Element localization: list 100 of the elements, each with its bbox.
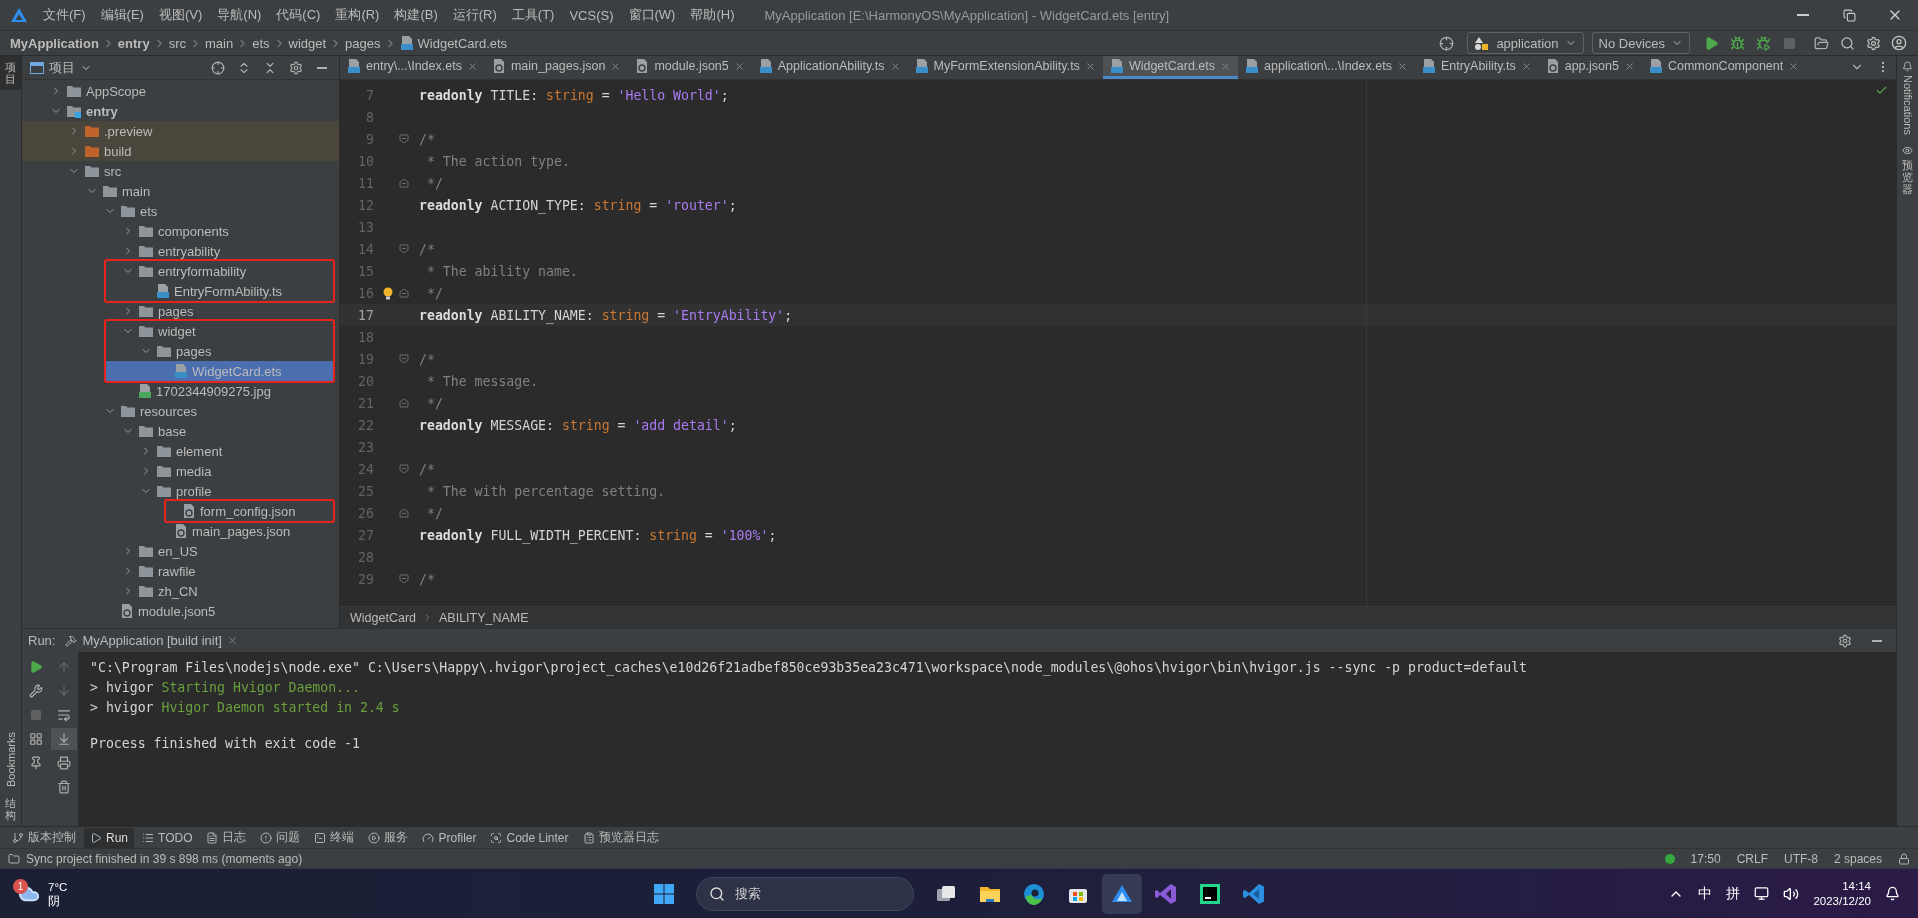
- status-item[interactable]: 17:50: [1690, 851, 1721, 866]
- menu-item[interactable]: 文件(F): [43, 6, 86, 24]
- tree-item[interactable]: widget: [106, 321, 333, 341]
- tree-item[interactable]: main: [22, 181, 339, 201]
- tool-window-tab[interactable]: Bookmarks: [0, 726, 21, 792]
- weather-widget[interactable]: 1: [16, 880, 42, 907]
- tree-item[interactable]: base: [22, 421, 339, 441]
- menu-item[interactable]: 编辑(E): [100, 6, 144, 24]
- menu-item[interactable]: 运行(R): [452, 6, 497, 24]
- close-icon[interactable]: [466, 60, 478, 72]
- tree-item[interactable]: pages: [22, 301, 339, 321]
- close-icon[interactable]: [889, 60, 901, 72]
- lightbulb-icon[interactable]: [383, 286, 393, 300]
- input-method-indicator[interactable]: 拼: [1726, 884, 1741, 903]
- tree-item[interactable]: EntryFormAbility.ts: [106, 281, 333, 301]
- configuration-tab[interactable]: MyApplication [build init]: [61, 633, 242, 648]
- fold-marker-icon[interactable]: [399, 398, 409, 408]
- breadcrumb-item[interactable]: ABILITY_NAME: [439, 610, 529, 625]
- menu-item[interactable]: VCS(S): [569, 7, 614, 23]
- tool-window-tab[interactable]: 终端: [308, 827, 361, 848]
- tree-item[interactable]: en_US: [22, 541, 339, 561]
- fold-marker-icon[interactable]: [399, 178, 409, 188]
- breadcrumb-item[interactable]: MyApplication: [10, 35, 99, 51]
- tree-item[interactable]: profile: [22, 481, 339, 501]
- tool-window-tab[interactable]: Run: [84, 827, 134, 848]
- editor-tab[interactable]: entry\...\Index.ets: [340, 56, 485, 79]
- tree-item[interactable]: form_config.json: [166, 501, 333, 521]
- menu-item[interactable]: 视图(V): [158, 6, 203, 24]
- close-icon[interactable]: [1788, 60, 1800, 72]
- scroll-to-end-button[interactable]: [51, 728, 77, 750]
- fold-marker-icon[interactable]: [399, 288, 409, 298]
- tool-window-tab[interactable]: Code Linter: [484, 827, 575, 848]
- search-field[interactable]: 搜索: [696, 876, 914, 911]
- clock[interactable]: 14:14 2023/12/20: [1813, 878, 1871, 909]
- status-item[interactable]: 2 spaces: [1833, 851, 1882, 866]
- tree-item[interactable]: main_pages.json: [22, 521, 339, 541]
- tree-item[interactable]: AppScope: [22, 81, 339, 101]
- taskbar-app[interactable]: [1102, 873, 1142, 914]
- menu-item[interactable]: 构建(B): [394, 6, 438, 24]
- editor-tab[interactable]: ApplicationAbility.ts: [751, 56, 908, 79]
- tool-window-tab[interactable]: 预览器: [1897, 139, 1918, 201]
- menu-item[interactable]: 窗口(W): [628, 6, 676, 24]
- status-item[interactable]: UTF-8: [1783, 851, 1818, 866]
- editor-tab[interactable]: module.json5: [628, 56, 752, 79]
- tree-item[interactable]: rawfile: [22, 561, 339, 581]
- editor-tab[interactable]: WidgetCard.ets: [1102, 56, 1239, 79]
- tree-item[interactable]: entry: [22, 101, 339, 121]
- close-icon[interactable]: [610, 60, 622, 72]
- breadcrumb-item[interactable]: widget: [288, 35, 327, 51]
- editor-tab[interactable]: application\...\Index.ets: [1238, 56, 1415, 79]
- device-dropdown[interactable]: No Devices: [1591, 32, 1690, 54]
- tool-window-tab[interactable]: 预览器日志: [576, 827, 665, 848]
- editor-tab[interactable]: CommonComponent: [1641, 56, 1807, 79]
- menu-item[interactable]: 代码(C): [276, 6, 321, 24]
- tool-window-tab[interactable]: 问题: [254, 827, 307, 848]
- tool-window-tab[interactable]: TODO: [136, 827, 199, 848]
- tool-window-tab[interactable]: 项目: [0, 56, 21, 91]
- menu-item[interactable]: 帮助(H): [690, 6, 735, 24]
- fold-marker-icon[interactable]: [399, 354, 409, 364]
- run-config-dropdown[interactable]: application: [1467, 32, 1584, 54]
- tool-window-tab[interactable]: 结构: [0, 791, 21, 826]
- monitor-icon[interactable]: [1754, 886, 1770, 901]
- menu-item[interactable]: 工具(T): [511, 6, 555, 24]
- breadcrumb-item[interactable]: main: [205, 35, 234, 51]
- menu-item[interactable]: 导航(N): [217, 6, 262, 24]
- tree-item[interactable]: components: [22, 221, 339, 241]
- tree-item[interactable]: pages: [106, 341, 333, 361]
- menu-item[interactable]: 重构(R): [335, 6, 380, 24]
- tool-window-tab[interactable]: 日志: [200, 827, 253, 848]
- bell-icon[interactable]: [1885, 886, 1900, 901]
- tree-item[interactable]: ets: [22, 201, 339, 221]
- project-view-selector[interactable]: 项目: [30, 58, 92, 77]
- editor-tab[interactable]: main_pages.json: [484, 56, 629, 79]
- tree-item[interactable]: zh_CN: [22, 581, 339, 601]
- close-icon[interactable]: [226, 635, 238, 646]
- tree-item[interactable]: media: [22, 461, 339, 481]
- breadcrumb-item[interactable]: WidgetCard: [350, 610, 416, 625]
- editor-tab[interactable]: EntryAbility.ts: [1414, 56, 1539, 79]
- speaker-icon[interactable]: [1783, 885, 1800, 902]
- fold-marker-icon[interactable]: [399, 508, 409, 518]
- editor-tab[interactable]: app.json5: [1538, 56, 1642, 79]
- breadcrumb-item[interactable]: entry: [117, 35, 150, 51]
- close-icon[interactable]: [733, 60, 745, 72]
- tree-item[interactable]: src: [22, 161, 339, 181]
- fold-marker-icon[interactable]: [399, 244, 409, 254]
- tree-item[interactable]: 1702344909275.jpg: [22, 381, 339, 401]
- tool-window-tab[interactable]: Notifications: [1897, 56, 1918, 140]
- breadcrumb-item[interactable]: ets: [252, 35, 270, 51]
- close-icon[interactable]: [1396, 60, 1408, 72]
- tree-item[interactable]: element: [22, 441, 339, 461]
- tree-item[interactable]: build: [22, 141, 339, 161]
- close-icon[interactable]: [1520, 60, 1532, 72]
- fold-marker-icon[interactable]: [399, 464, 409, 474]
- tree-item[interactable]: resources: [22, 401, 339, 421]
- tool-window-tab[interactable]: 版本控制: [6, 827, 82, 848]
- editor-tab[interactable]: MyFormExtensionAbility.ts: [907, 56, 1103, 79]
- tree-item[interactable]: .preview: [22, 121, 339, 141]
- breadcrumb-item[interactable]: WidgetCard.ets: [399, 35, 508, 51]
- tree-item[interactable]: entryability: [22, 241, 339, 261]
- lock-icon[interactable]: [1898, 852, 1910, 865]
